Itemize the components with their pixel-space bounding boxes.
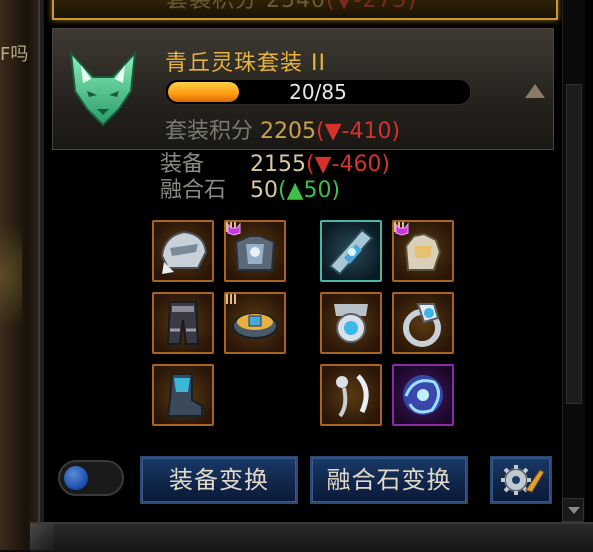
auto-toggle[interactable] [58,460,124,496]
toggle-knob [64,466,88,490]
settings-button[interactable] [490,456,552,504]
item-slot-shoulder[interactable] [152,220,214,282]
set-score-label: 套装积分 [165,119,254,144]
item-slot-legs[interactable] [152,292,214,354]
item-slot-gloves[interactable] [392,220,454,282]
background-text: F吗 [0,44,29,65]
earring-icon [336,374,369,418]
cat-icon [227,222,241,236]
item-slot-ring[interactable] [392,292,454,354]
previous-set-score-delta: (▼-275) [326,0,418,13]
scroll-down-icon[interactable] [562,498,584,522]
previous-set-score-value: 2540 [266,0,327,13]
boots-icon [166,373,203,417]
item-slot-boots[interactable] [152,364,214,426]
collapse-arrow-icon[interactable] [525,84,545,98]
cat-icon [395,222,409,236]
equip-stat-value: 2155 [250,152,306,177]
shoulder-armor-icon [160,230,208,274]
bars-icon [226,294,236,304]
equip-stat-row: 装备 2155(▼-460) [160,152,390,178]
fusion-stat-row: 融合石 50(▲50) [160,178,390,204]
set-title: 青丘灵珠套装 II [165,51,326,76]
equip-stat-delta: (▼-460) [306,152,391,177]
set-score: 套装积分 2205(▼-410) [165,113,400,145]
item-slot-belt[interactable] [224,292,286,354]
weapon-bracer-icon [328,228,374,276]
fusion-stat-value: 50 [250,178,278,203]
gear-wrench-icon [501,465,545,495]
item-slot-magic-stone[interactable] [392,364,454,426]
item-slot-earring[interactable] [320,364,382,426]
equip-stat-label: 装备 [160,152,205,177]
previous-set-score-label: 套装积分 [166,0,259,13]
fusion-transform-button[interactable]: 融合石变换 [310,456,468,504]
scrollbar-thumb[interactable] [566,84,582,404]
set-header[interactable]: 青丘灵珠套装 II 20/85 套装积分 2205(▼-410) [52,28,554,150]
fox-icon [69,51,137,127]
frame-corner [30,524,54,550]
background-edge: F吗 [0,0,38,550]
fusion-stat-delta: (▲50) [278,178,341,203]
previous-set-panel[interactable]: 套装积分 2540(▼-275) [52,0,558,20]
fusion-stat-label: 融合石 [160,178,227,203]
item-slot-chest[interactable] [224,220,286,282]
item-slot-weapon[interactable] [320,220,382,282]
ring-icon [403,303,441,347]
frame-border [40,0,44,550]
set-score-value: 2205 [260,119,317,144]
scrollbar[interactable] [562,0,585,522]
item-slot-amulet[interactable] [320,292,382,354]
magic-stone-icon [403,375,443,415]
previous-set-score: 套装积分 2540(▼-275) [166,0,417,14]
leg-armor-icon [166,301,200,345]
window-bottom-frame [30,522,593,552]
set-score-delta: (▼-410) [316,119,401,144]
background-glow [0,200,22,350]
amulet-icon [334,304,368,343]
set-progress-bar: 20/85 [165,79,471,105]
equip-transform-button[interactable]: 装备变换 [140,456,298,504]
set-progress-text: 20/85 [289,80,347,104]
set-stats: 装备 2155(▼-460) 融合石 50(▲50) [160,152,390,204]
